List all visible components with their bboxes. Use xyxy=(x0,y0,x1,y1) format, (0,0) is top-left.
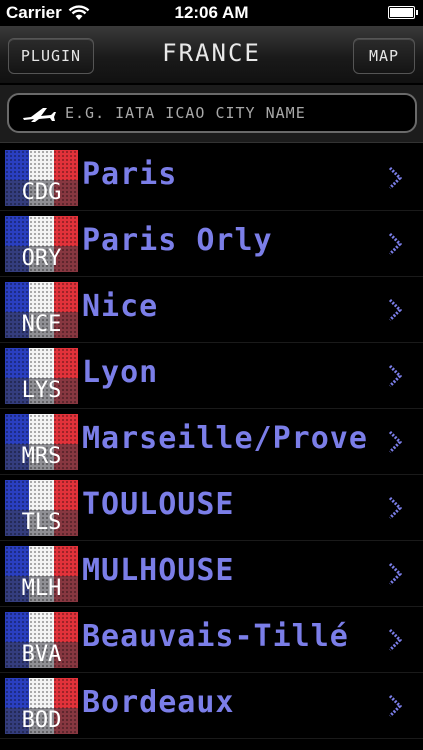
airplane-icon xyxy=(23,108,56,122)
airport-code: MRS xyxy=(21,444,62,469)
airport-row[interactable]: MLH MULHOUSE xyxy=(0,541,423,607)
airport-code: TLS xyxy=(21,510,62,535)
airport-code: LYS xyxy=(21,378,62,403)
airport-city: Marseille/Prove xyxy=(82,421,368,456)
chevron-right-icon xyxy=(388,298,403,322)
airport-city: Beauvais-Tillé xyxy=(82,619,349,654)
airport-code: MLH xyxy=(21,576,62,601)
chevron-right-icon xyxy=(388,166,403,190)
chevron-right-icon xyxy=(388,364,403,388)
status-time: 12:06 AM xyxy=(174,3,249,22)
airport-city: MULHOUSE xyxy=(82,553,235,588)
plugin-button[interactable]: PLUGIN xyxy=(8,38,94,74)
france-flag-icon: CDG xyxy=(5,150,78,206)
airport-code: CDG xyxy=(21,180,62,205)
airport-city: Paris Orly xyxy=(82,223,273,258)
france-flag-icon: NCE xyxy=(5,282,78,338)
airport-row[interactable]: ORY Paris Orly xyxy=(0,211,423,277)
airport-row[interactable]: BVA Beauvais-Tillé xyxy=(0,607,423,673)
airport-city: Lyon xyxy=(82,355,159,390)
chevron-right-icon xyxy=(388,628,403,652)
status-bar: Carrier 12:06 AM xyxy=(0,0,423,26)
chevron-right-icon xyxy=(388,232,403,256)
france-flag-icon: BOD xyxy=(5,678,78,734)
airport-list: CDG Paris ORY Paris Orly NCE Nice LYS Lyon MRS Ma… xyxy=(0,145,423,739)
airport-row[interactable]: NCE Nice xyxy=(0,277,423,343)
chevron-right-icon xyxy=(388,496,403,520)
airport-row[interactable]: LYS Lyon xyxy=(0,343,423,409)
chevron-right-icon xyxy=(388,430,403,454)
navigation-bar: PLUGIN FRANCE MAP xyxy=(0,26,423,84)
battery-icon xyxy=(388,6,418,19)
airport-code: NCE xyxy=(21,312,62,337)
search-input[interactable] xyxy=(65,104,395,122)
chevron-right-icon xyxy=(388,562,403,586)
airport-code: BVA xyxy=(21,642,62,667)
france-flag-icon: MRS xyxy=(5,414,78,470)
search-bar xyxy=(0,85,423,143)
search-box[interactable] xyxy=(7,93,417,133)
chevron-right-icon xyxy=(388,694,403,718)
airport-row[interactable]: BOD Bordeaux xyxy=(0,673,423,739)
airport-city: Bordeaux xyxy=(82,685,235,720)
france-flag-icon: LYS xyxy=(5,348,78,404)
airport-city: Paris xyxy=(82,157,178,192)
france-flag-icon: TLS xyxy=(5,480,78,536)
airport-code: BOD xyxy=(21,708,62,733)
france-flag-icon: MLH xyxy=(5,546,78,602)
france-flag-icon: BVA xyxy=(5,612,78,668)
airport-row[interactable]: CDG Paris xyxy=(0,145,423,211)
airport-city: Nice xyxy=(82,289,159,324)
airport-row[interactable]: TLS TOULOUSE xyxy=(0,475,423,541)
airport-code: ORY xyxy=(21,246,62,271)
airport-row[interactable]: MRS Marseille/Prove xyxy=(0,409,423,475)
france-flag-icon: ORY xyxy=(5,216,78,272)
map-button[interactable]: MAP xyxy=(353,38,415,74)
airport-city: TOULOUSE xyxy=(82,487,235,522)
page-title: FRANCE xyxy=(162,39,261,67)
